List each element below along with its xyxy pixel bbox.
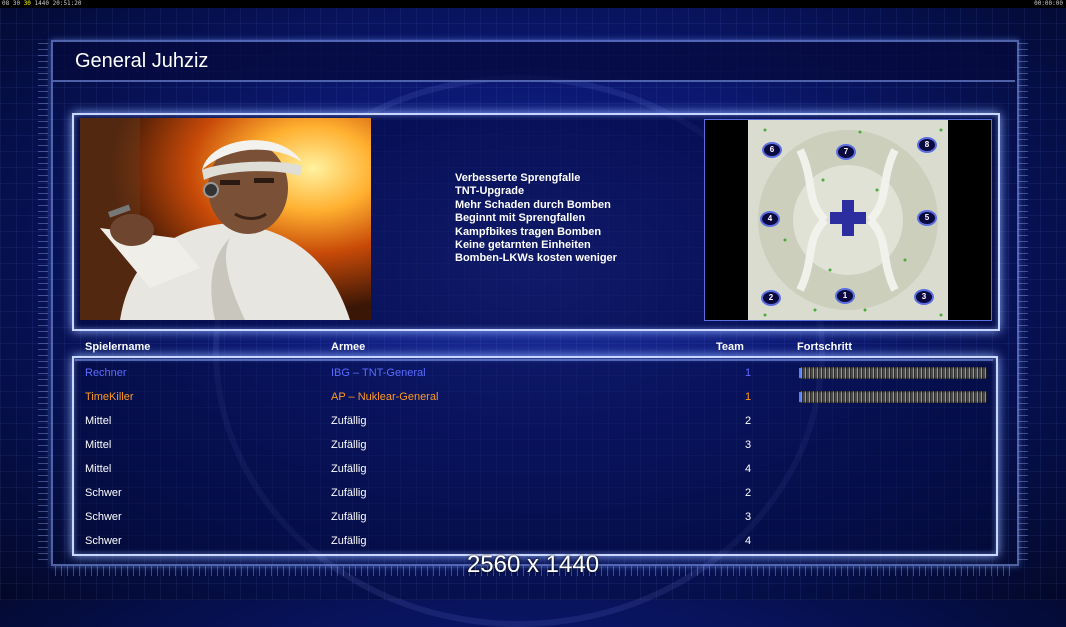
player-name: TimeKiller <box>85 391 134 403</box>
feature-item: Bomben-LKWs kosten weniger <box>455 252 617 265</box>
player-team: 1 <box>745 391 752 403</box>
player-row: Mittel Zufällig 3 <box>85 439 765 457</box>
player-team: 2 <box>745 415 752 427</box>
start-position-4: 4 <box>760 211 780 227</box>
player-team: 1 <box>745 367 752 379</box>
player-team: 3 <box>745 439 752 451</box>
player-team: 4 <box>745 463 752 475</box>
left-ruler <box>38 40 48 560</box>
fps-readout-highlight: 30 <box>23 0 31 7</box>
fps-readout-prefix: 08 30 <box>2 0 21 7</box>
player-row: Schwer Zufällig 3 <box>85 511 765 529</box>
player-name: Mittel <box>85 415 112 427</box>
header-army: Armee <box>331 341 366 353</box>
player-name: Schwer <box>85 511 122 523</box>
player-name: Rechner <box>85 367 127 379</box>
player-row: Mittel Zufällig 4 <box>85 463 765 481</box>
player-row: Mittel Zufällig 2 <box>85 415 765 433</box>
start-position-2: 2 <box>761 290 781 306</box>
header-progress: Fortschritt <box>797 341 852 353</box>
loading-progress-fill <box>799 368 801 378</box>
player-army: Zufällig <box>331 535 367 547</box>
start-position-6: 6 <box>762 142 782 158</box>
player-name: Schwer <box>85 487 122 499</box>
player-team: 4 <box>745 535 752 547</box>
start-position-5: 5 <box>917 210 937 226</box>
feature-item: Kampfbikes tragen Bomben <box>455 225 602 238</box>
player-army: Zufällig <box>331 463 367 475</box>
feature-item: Verbesserte Sprengfalle <box>455 172 581 184</box>
player-army: AP – Nuklear-General <box>331 391 439 403</box>
right-ruler <box>1018 40 1028 560</box>
general-title: General Juhziz <box>75 50 209 72</box>
player-row: TimeKiller AP – Nuklear-General 1 <box>85 391 765 409</box>
start-position-1: 1 <box>835 288 855 304</box>
player-row: Schwer Zufällig 2 <box>85 487 765 505</box>
player-army: Zufällig <box>331 511 367 523</box>
loading-progress-bar <box>799 391 987 403</box>
general-portrait <box>80 118 371 320</box>
player-row: Rechner IBG – TNT-General 1 <box>85 367 765 385</box>
player-name: Mittel <box>85 439 112 451</box>
top-status-bar: 08 30 30 1440 20:51:20 00:00:00 <box>0 0 1066 8</box>
player-army: IBG – TNT-General <box>331 367 426 379</box>
player-name: Schwer <box>85 535 122 547</box>
start-position-7: 7 <box>836 144 856 160</box>
player-team: 2 <box>745 487 752 499</box>
header-team: Team <box>716 341 744 353</box>
players-panel-divider <box>75 359 993 361</box>
player-team: 3 <box>745 511 752 523</box>
resolution-label: 2560 x 1440 <box>466 551 600 578</box>
player-army: Zufällig <box>331 415 367 427</box>
map-preview: 6 7 8 4 5 2 1 3 <box>704 119 992 321</box>
general-portrait-image <box>80 118 371 320</box>
general-features-list: Verbesserte Sprengfalle TNT-Upgrade Mehr… <box>455 172 617 266</box>
player-name: Mittel <box>85 463 112 475</box>
fps-readout: 08 30 30 1440 20:51:20 <box>2 0 82 8</box>
loading-progress-fill <box>799 392 801 402</box>
feature-item: Beginnt mit Sprengfallen <box>455 212 586 225</box>
start-position-3: 3 <box>914 289 934 305</box>
header-player-name: Spielername <box>85 341 151 353</box>
fps-readout-rest: 1440 20:51:20 <box>34 0 82 7</box>
feature-item: Mehr Schaden durch Bomben <box>455 198 611 211</box>
player-army: Zufällig <box>331 487 367 499</box>
player-army: Zufällig <box>331 439 367 451</box>
feature-item: TNT-Upgrade <box>455 185 525 198</box>
loading-progress-bar <box>799 367 987 379</box>
start-position-8: 8 <box>917 137 937 153</box>
game-clock: 00:00:00 <box>1034 0 1063 7</box>
feature-item: Keine getarnten Einheiten <box>455 239 591 252</box>
